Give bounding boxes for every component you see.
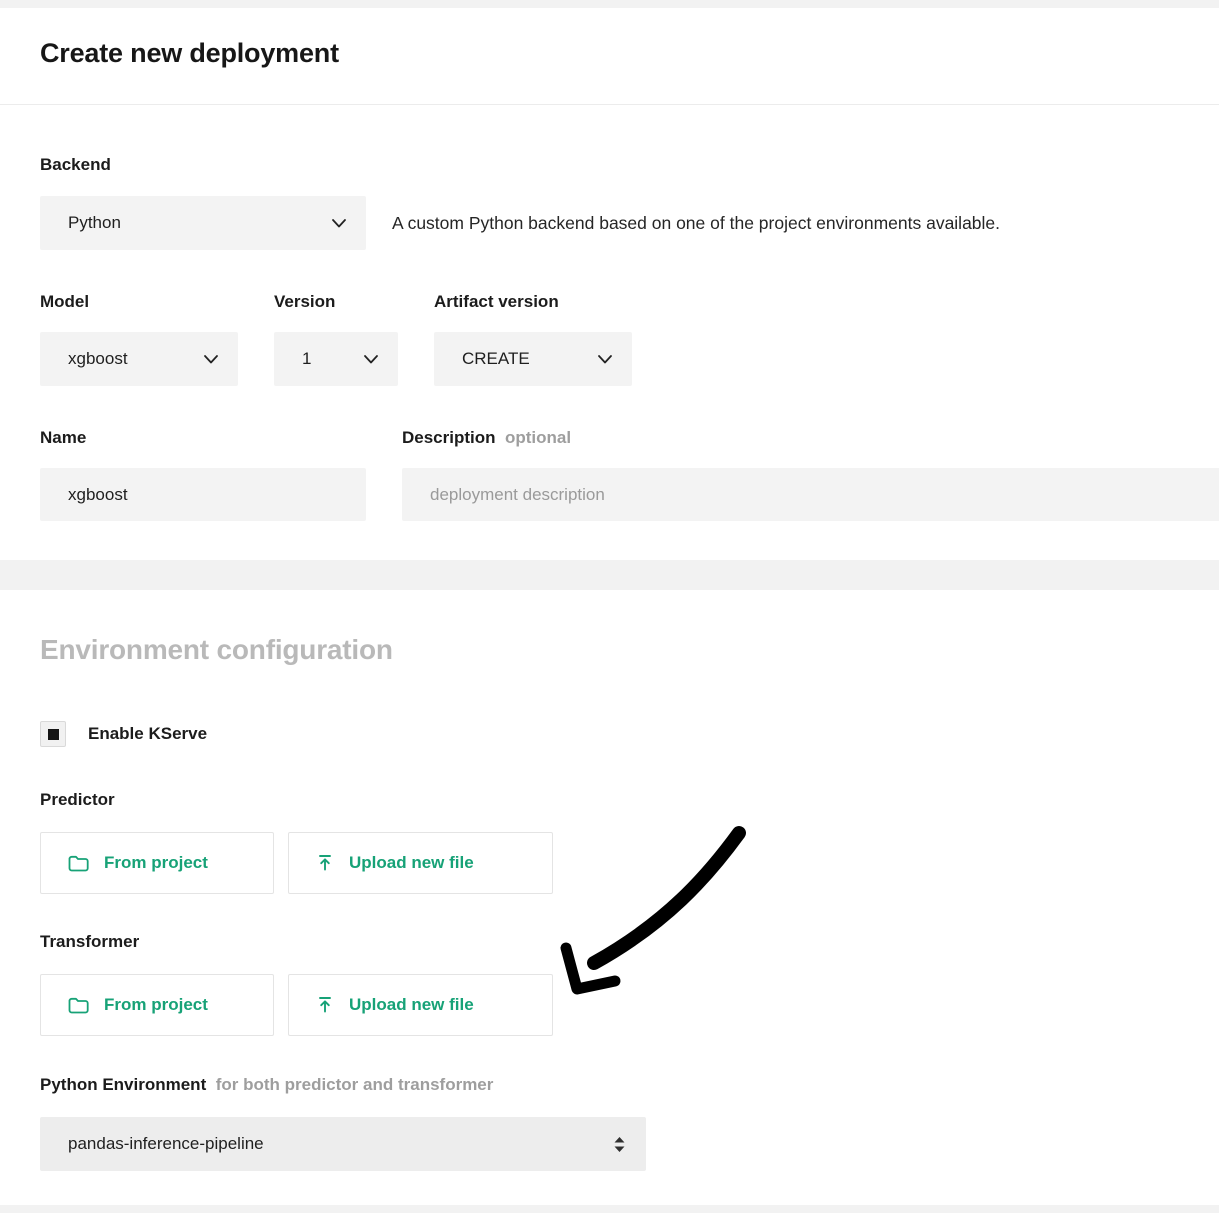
button-label: From project [104, 995, 208, 1015]
chevron-down-icon [332, 219, 346, 228]
artifact-version-select[interactable]: CREATE [434, 332, 632, 386]
folder-icon [68, 997, 89, 1014]
predictor-from-project-button[interactable]: From project [40, 832, 274, 894]
python-environment-select[interactable]: pandas-inference-pipeline [40, 1117, 646, 1171]
create-deployment-card: Create new deployment Backend Python A c… [0, 8, 1219, 560]
card-header: Create new deployment [0, 8, 1219, 105]
environment-configuration-card: Environment configuration Enable KServe … [0, 590, 1219, 1205]
checkbox-checked-mark [48, 729, 59, 740]
artifact-version-select-value: CREATE [462, 349, 530, 369]
python-environment-select-value: pandas-inference-pipeline [68, 1134, 264, 1154]
folder-icon [68, 855, 89, 872]
version-select-value: 1 [302, 349, 311, 369]
version-select[interactable]: 1 [274, 332, 398, 386]
enable-kserve-label: Enable KServe [88, 724, 207, 744]
section-title: Environment configuration [40, 634, 393, 666]
transformer-upload-new-file-button[interactable]: Upload new file [288, 974, 553, 1036]
name-input[interactable] [40, 468, 366, 521]
backend-description: A custom Python backend based on one of … [392, 196, 1000, 250]
predictor-upload-new-file-button[interactable]: Upload new file [288, 832, 553, 894]
chevron-down-icon [204, 355, 218, 364]
name-label: Name [40, 428, 86, 448]
description-input[interactable] [402, 468, 1219, 521]
artifact-version-label: Artifact version [434, 292, 559, 312]
version-label: Version [274, 292, 335, 312]
python-environment-label: Python Environment for both predictor an… [40, 1075, 493, 1095]
page-title: Create new deployment [40, 38, 339, 69]
transformer-label: Transformer [40, 932, 139, 952]
button-label: Upload new file [349, 853, 474, 873]
optional-tag: optional [505, 428, 571, 447]
up-down-arrows-icon [613, 1136, 626, 1153]
model-select-value: xgboost [68, 349, 128, 369]
backend-select[interactable]: Python [40, 196, 366, 250]
upload-icon [316, 996, 334, 1014]
transformer-from-project-button[interactable]: From project [40, 974, 274, 1036]
enable-kserve-row: Enable KServe [40, 721, 207, 747]
chevron-down-icon [598, 355, 612, 364]
backend-label: Backend [40, 155, 111, 175]
backend-select-value: Python [68, 213, 121, 233]
chevron-down-icon [364, 355, 378, 364]
predictor-label: Predictor [40, 790, 115, 810]
description-label: Description optional [402, 428, 571, 448]
model-label: Model [40, 292, 89, 312]
upload-icon [316, 854, 334, 872]
button-label: From project [104, 853, 208, 873]
button-label: Upload new file [349, 995, 474, 1015]
model-select[interactable]: xgboost [40, 332, 238, 386]
enable-kserve-checkbox[interactable] [40, 721, 66, 747]
python-environment-hint: for both predictor and transformer [216, 1075, 494, 1094]
